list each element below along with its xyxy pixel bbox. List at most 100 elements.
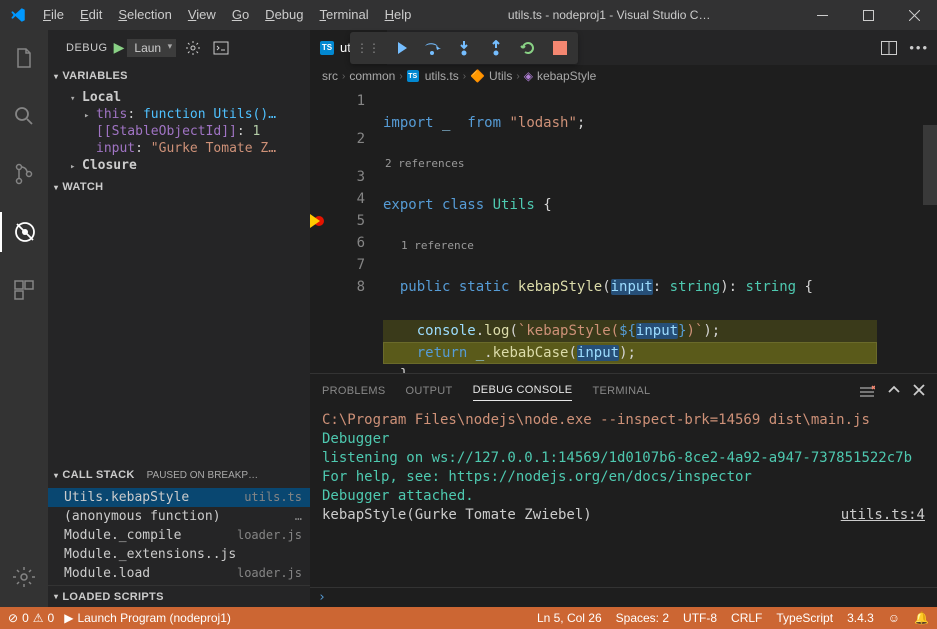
line-numbers: 1 2 3 4 5 6 7 8 — [328, 87, 383, 373]
variables-section-header[interactable]: ▾VARIABLES — [48, 65, 310, 87]
menu-file[interactable]: FFileile — [35, 0, 72, 30]
menu-edit[interactable]: Edit — [72, 0, 110, 30]
close-panel-icon[interactable] — [913, 384, 925, 398]
debug-console-input[interactable]: › — [310, 587, 937, 607]
debug-toolbar[interactable]: ⋮⋮ — [350, 32, 578, 64]
class-icon: 🔶 — [470, 69, 485, 83]
status-bar: ⊘0 ⚠0 ▶ Launch Program (nodeproj1) Ln 5,… — [0, 607, 937, 629]
call-frame[interactable]: (anonymous function)… — [48, 507, 310, 526]
source-link[interactable]: utils.ts:4 — [841, 506, 925, 525]
titlebar: FFileile Edit Selection View Go Debug Te… — [0, 0, 937, 30]
restart-button[interactable] — [514, 34, 542, 62]
vscode-logo-icon — [0, 6, 35, 24]
breadcrumb-item[interactable]: src — [322, 69, 338, 83]
breadcrumb-item[interactable]: kebapStyle — [537, 69, 596, 83]
debug-settings-icon[interactable] — [182, 40, 204, 56]
continue-button[interactable] — [386, 34, 414, 62]
var-stableid[interactable]: [[StableObjectId]]: 1 — [48, 123, 310, 140]
codelens[interactable]: 2 references — [383, 156, 877, 172]
editor-body[interactable]: 1 2 3 4 5 6 7 8 import _ from "lodash"; … — [310, 87, 937, 373]
menu-selection[interactable]: Selection — [110, 0, 179, 30]
status-encoding[interactable]: UTF-8 — [683, 611, 717, 625]
typescript-file-icon: TS — [320, 41, 334, 55]
source-control-icon[interactable] — [0, 154, 48, 194]
loadedscripts-section-header[interactable]: ▾LOADED SCRIPTS — [48, 585, 310, 607]
window-controls — [799, 0, 937, 30]
menu-go[interactable]: Go — [224, 0, 257, 30]
var-input[interactable]: input: "Gurke Tomate Z… — [48, 140, 310, 157]
menubar: FFileile Edit Selection View Go Debug Te… — [35, 0, 419, 30]
debug-console-toggle-icon[interactable] — [210, 41, 232, 55]
status-spaces[interactable]: Spaces: 2 — [616, 611, 669, 625]
status-language[interactable]: TypeScript — [776, 611, 833, 625]
breadcrumb-item[interactable]: utils.ts — [425, 69, 459, 83]
status-cursor[interactable]: Ln 5, Col 26 — [537, 611, 602, 625]
minimize-button[interactable] — [799, 0, 845, 30]
code-content[interactable]: import _ from "lodash"; 2 references exp… — [383, 87, 877, 373]
step-over-button[interactable] — [418, 34, 446, 62]
breadcrumb-item[interactable]: common — [349, 69, 395, 83]
debug-config-select[interactable]: Laun — [127, 39, 176, 57]
tab-problems[interactable]: PROBLEMS — [322, 381, 386, 401]
breadcrumbs[interactable]: src› common› TSutils.ts› 🔶 Utils› ◈ keba… — [310, 65, 937, 87]
maximize-button[interactable] — [845, 0, 891, 30]
method-icon: ◈ — [524, 69, 533, 83]
debug-icon[interactable] — [0, 212, 48, 252]
menu-help[interactable]: Help — [377, 0, 420, 30]
watch-section-header[interactable]: ▾WATCH — [48, 176, 310, 198]
tab-debug-console[interactable]: DEBUG CONSOLE — [473, 380, 573, 401]
drag-handle-icon[interactable]: ⋮⋮ — [354, 34, 382, 62]
bottom-panel: PROBLEMS OUTPUT DEBUG CONSOLE TERMINAL C… — [310, 373, 937, 607]
var-this[interactable]: ▸this: function Utils()… — [48, 106, 310, 123]
debug-sidebar: DEBUG ▶ Laun ▾VARIABLES ▾Local ▸this: fu… — [48, 30, 310, 607]
split-editor-icon[interactable] — [881, 41, 897, 55]
close-button[interactable] — [891, 0, 937, 30]
clear-console-icon[interactable] — [859, 384, 875, 398]
status-eol[interactable]: CRLF — [731, 611, 762, 625]
editor-area: TS utils.ts ⋮⋮ ••• src› common› TSutils.… — [310, 30, 937, 607]
minimap[interactable] — [877, 87, 937, 373]
settings-gear-icon[interactable] — [0, 557, 48, 597]
debug-header: DEBUG ▶ Laun — [48, 30, 310, 65]
call-frame[interactable]: Module._extensions..js — [48, 545, 310, 564]
notifications-icon[interactable]: 🔔 — [914, 611, 929, 625]
typescript-file-icon: TS — [407, 70, 419, 82]
debug-console-output[interactable]: C:\Program Files\nodejs\node.exe --inspe… — [310, 407, 937, 587]
breadcrumb-item[interactable]: Utils — [489, 69, 512, 83]
feedback-icon[interactable]: ☺ — [888, 611, 900, 625]
call-frame[interactable]: Utils.kebapStyleutils.ts — [48, 488, 310, 507]
minimap-slider[interactable] — [923, 125, 937, 205]
menu-debug[interactable]: Debug — [257, 0, 311, 30]
activity-bar — [0, 30, 48, 607]
step-into-button[interactable] — [450, 34, 478, 62]
debug-title: DEBUG — [66, 42, 108, 54]
editor-tabs: TS utils.ts ⋮⋮ ••• — [310, 30, 937, 65]
step-out-button[interactable] — [482, 34, 510, 62]
call-frame[interactable]: Module.loadloader.js — [48, 564, 310, 583]
scope-local[interactable]: ▾Local — [48, 89, 310, 106]
stop-button[interactable] — [546, 34, 574, 62]
window-title: utils.ts - nodeproj1 - Visual Studio C… — [419, 8, 799, 22]
status-ts-version[interactable]: 3.4.3 — [847, 611, 874, 625]
menu-view[interactable]: View — [180, 0, 224, 30]
breakpoint-icon[interactable] — [314, 216, 324, 226]
panel-tabs: PROBLEMS OUTPUT DEBUG CONSOLE TERMINAL — [310, 374, 937, 407]
tab-terminal[interactable]: TERMINAL — [592, 381, 650, 401]
callstack-section-header[interactable]: ▾CALL STACKPAUSED ON BREAKP… — [48, 464, 310, 486]
variables-body: ▾Local ▸this: function Utils()… [[Stable… — [48, 87, 310, 176]
codelens[interactable]: 1 reference — [383, 238, 877, 254]
menu-terminal[interactable]: Terminal — [311, 0, 376, 30]
scope-closure[interactable]: ▸Closure — [48, 157, 310, 174]
call-frame[interactable]: Module._compileloader.js — [48, 526, 310, 545]
explorer-icon[interactable] — [0, 38, 48, 78]
collapse-panel-icon[interactable] — [887, 384, 901, 398]
glyph-margin[interactable] — [310, 87, 328, 373]
callstack-body: Utils.kebapStyleutils.ts (anonymous func… — [48, 486, 310, 585]
status-launch[interactable]: ▶ Launch Program (nodeproj1) — [64, 611, 231, 625]
start-debug-button[interactable]: ▶ — [114, 39, 125, 56]
more-actions-icon[interactable]: ••• — [909, 40, 929, 55]
status-errors[interactable]: ⊘0 ⚠0 — [8, 611, 54, 625]
tab-output[interactable]: OUTPUT — [406, 381, 453, 401]
extensions-icon[interactable] — [0, 270, 48, 310]
search-icon[interactable] — [0, 96, 48, 136]
